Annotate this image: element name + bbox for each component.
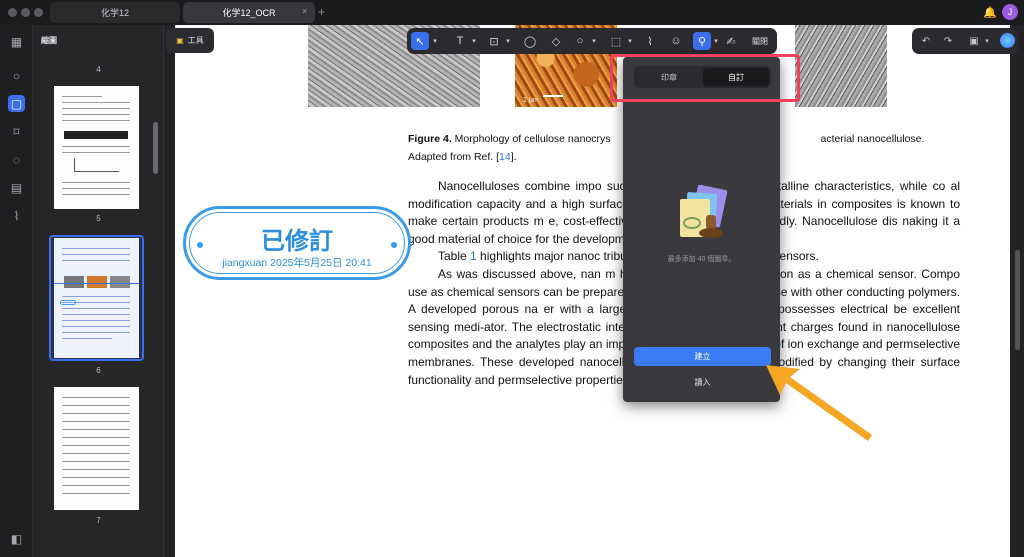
undo-icon[interactable]: ↶	[918, 32, 934, 50]
caption-label: Figure 4.	[408, 133, 452, 145]
tab-chem12-ocr[interactable]: 化学12_OCR ×	[183, 2, 315, 23]
bell-icon[interactable]: 🔔	[983, 6, 997, 19]
text-tool-icon[interactable]: T	[451, 32, 469, 50]
signature-tool-icon[interactable]: ✍	[721, 32, 741, 50]
create-stamp-button[interactable]: 建立	[634, 347, 771, 366]
tab-label: 化学12	[100, 8, 129, 18]
caption-text-end: acterial nanocellulose.	[820, 133, 925, 145]
redo-icon[interactable]: ↷	[940, 32, 956, 50]
minimize-window-icon[interactable]	[21, 8, 30, 17]
bookmark-icon[interactable]: ⌑	[8, 123, 25, 140]
toolbox-icon: ▣	[176, 36, 184, 45]
thumbnail-page-7[interactable]	[54, 387, 139, 510]
ai-assistant-icon[interactable]	[1000, 33, 1015, 48]
thumbnail-page-5[interactable]	[54, 86, 139, 209]
page-number-6: 6	[96, 366, 101, 375]
tab-bar: 化学12 化学12_OCR × + 🔔 J	[0, 0, 1024, 25]
scale-label: 1 µm	[523, 97, 539, 104]
stamp-tool-icon[interactable]: ⚲	[693, 32, 711, 50]
stamp-subtitle: jiangxuan 2025年5月25日 20:41	[222, 257, 372, 269]
chevron-down-icon[interactable]: ▾	[469, 32, 479, 50]
close-tab-icon[interactable]: ×	[302, 7, 307, 16]
page-number-4: 4	[96, 65, 101, 74]
select-tool-icon[interactable]: ↖	[411, 32, 429, 50]
attachment-list-icon[interactable]: ▤	[8, 179, 25, 196]
page-number-5: 5	[96, 214, 101, 223]
close-toolbar-button[interactable]: 關閉	[747, 32, 773, 50]
grid-icon[interactable]: ▦	[8, 33, 25, 50]
chevron-down-icon[interactable]: ▾	[589, 32, 599, 50]
thumbnail-scrollbar[interactable]	[153, 122, 158, 174]
chevron-down-icon[interactable]: ▾	[982, 32, 992, 50]
chevron-down-icon[interactable]: ▾	[430, 32, 440, 50]
paperclip-icon[interactable]: ⌇	[8, 207, 25, 224]
tab-label: 化学12_OCR	[222, 8, 276, 18]
tools-button[interactable]: ▣ 工具	[166, 28, 214, 53]
comment-tool-icon[interactable]: ◯	[521, 32, 539, 50]
layers-icon[interactable]: ◧	[8, 530, 25, 547]
document-page: 1 µm Figure 4. Morphology of cellulose n…	[175, 25, 1010, 557]
search-icon[interactable]: ○	[8, 67, 25, 84]
shape-tool-icon[interactable]: ○	[571, 32, 589, 50]
close-window-icon[interactable]	[8, 8, 17, 17]
sticker-tool-icon[interactable]: ☺	[667, 32, 685, 50]
table-link[interactable]: 1	[470, 249, 477, 263]
area-tool-icon[interactable]: ⬚	[607, 32, 625, 50]
chevron-down-icon[interactable]: ▾	[503, 32, 513, 50]
comment-icon[interactable]: ◌	[8, 151, 25, 168]
empty-hint: 最多添加 40 個圖章。	[667, 256, 736, 263]
eraser-tool-icon[interactable]: ◇	[547, 32, 565, 50]
page-number-7: 7	[96, 516, 101, 525]
thumbnail-page-6[interactable]	[54, 238, 139, 358]
attach-tool-icon[interactable]: ⌇	[641, 32, 659, 50]
new-tab-button[interactable]: +	[318, 5, 325, 19]
avatar[interactable]: J	[1002, 4, 1018, 20]
textbox-tool-icon[interactable]: ⊡	[485, 32, 503, 50]
annotation-toolbar: ↖ ▾ T ▾ ⊡ ▾ ◯ ◇ ○ ▾ ⬚ ▾ ⌇ ☺ ⚲ ▾ ✍ 關閉	[407, 28, 777, 54]
app-window: 化学12 化学12_OCR × + 🔔 J ▦ ○ ▢ ⌑ ◌ ▤ ⌇ ◧ 縮圖…	[0, 0, 1024, 557]
paragraph-2-start: Table	[438, 249, 471, 264]
highlight-box	[610, 54, 800, 102]
stamp-illustration-icon	[680, 185, 728, 238]
chevron-down-icon[interactable]: ▾	[625, 32, 635, 50]
tools-label: 工具	[187, 36, 204, 45]
left-icon-rail: ▦ ○ ▢ ⌑ ◌ ▤ ⌇ ◧	[0, 25, 33, 557]
panel-title: 縮圖	[41, 36, 57, 45]
reference-link[interactable]: 14	[499, 151, 511, 163]
caption-line2-end: ].	[510, 151, 517, 163]
revised-stamp[interactable]: 已修訂 jiangxuan 2025年5月25日 20:41	[183, 206, 411, 280]
caption-line2: Adapted from Ref. [	[408, 151, 500, 163]
stamp-title: 已修訂	[261, 228, 333, 255]
document-scrollbar[interactable]	[1015, 250, 1020, 350]
zoom-window-icon[interactable]	[34, 8, 43, 17]
import-stamp-button[interactable]: 讀入	[634, 373, 771, 391]
tab-chem12[interactable]: 化学12	[50, 2, 180, 23]
thumbnails-icon[interactable]: ▢	[8, 95, 25, 112]
chevron-down-icon[interactable]: ▾	[711, 32, 721, 50]
stamp-popup: 印章 自訂 最多添加 40 個圖章。 建立 讀入	[623, 57, 780, 402]
figure-image-right	[795, 25, 887, 107]
right-toolbar: ↶ ↷ ▣ ▾	[912, 28, 1018, 54]
caption-text: Morphology of cellulose nanocrys	[451, 133, 611, 145]
save-icon[interactable]: ▣	[966, 32, 982, 50]
arrow-annotation-icon	[766, 365, 872, 441]
